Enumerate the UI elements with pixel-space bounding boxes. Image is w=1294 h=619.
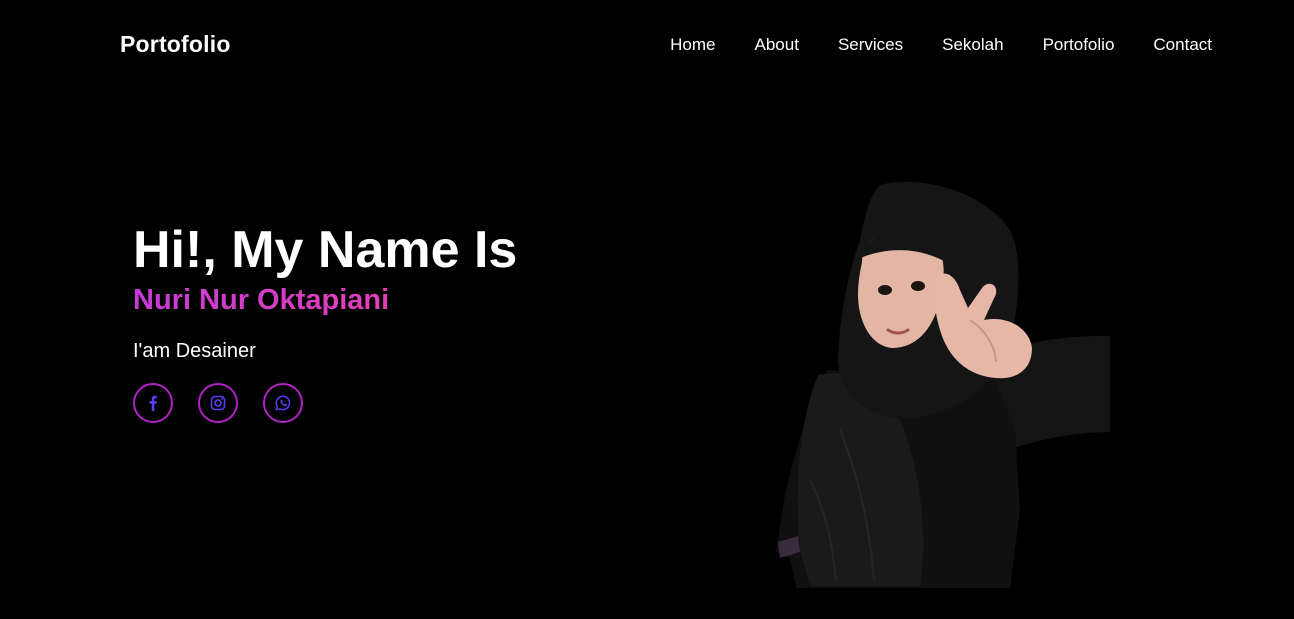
nav-about[interactable]: About [755, 35, 799, 55]
nav-contact[interactable]: Contact [1153, 35, 1212, 55]
facebook-icon [149, 395, 157, 411]
nav-home[interactable]: Home [670, 35, 715, 55]
hero-name: Nuri Nur Oktapiani [133, 284, 390, 316]
nav-services[interactable]: Services [838, 35, 903, 55]
portrait-image [776, 181, 1110, 588]
instagram-button[interactable] [198, 383, 238, 423]
instagram-icon [210, 395, 226, 411]
nav-portofolio[interactable]: Portofolio [1043, 35, 1115, 55]
facebook-button[interactable] [133, 383, 173, 423]
whatsapp-icon [275, 395, 291, 411]
hero-heading: Hi!, My Name Is [133, 221, 518, 279]
social-links [133, 383, 303, 423]
brand-logo[interactable]: Portofolio [120, 31, 231, 58]
main-nav: Home About Services Sekolah Portofolio C… [670, 35, 1212, 55]
whatsapp-button[interactable] [263, 383, 303, 423]
page: Portofolio Home About Services Sekolah P… [0, 0, 1294, 619]
nav-sekolah[interactable]: Sekolah [942, 35, 1003, 55]
hero-role: I'am Desainer [133, 340, 256, 362]
